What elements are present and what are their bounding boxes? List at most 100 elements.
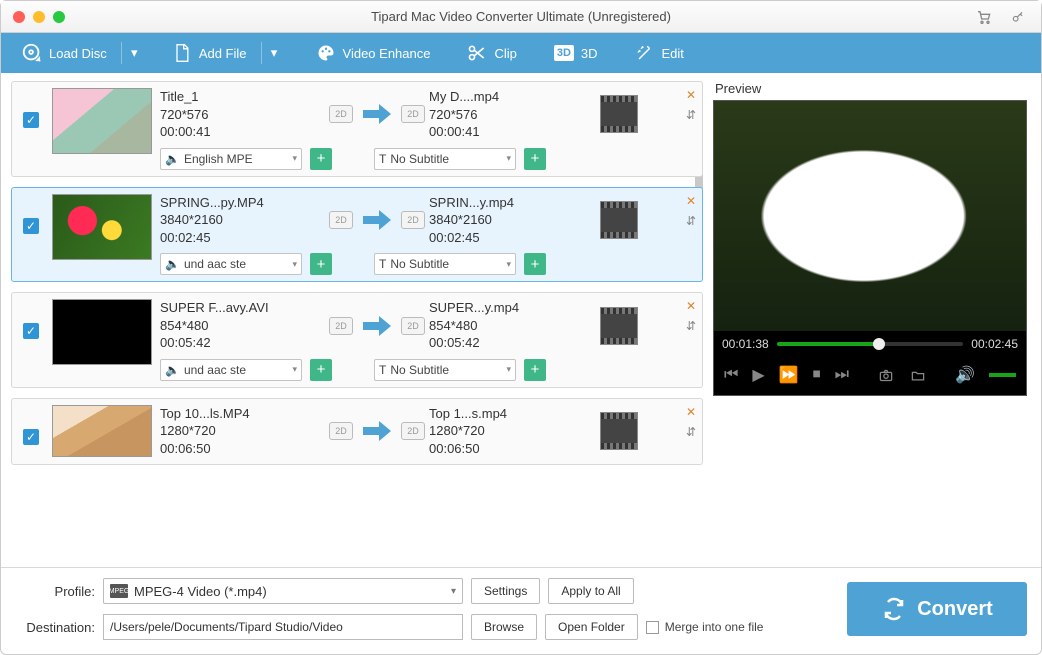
scissors-icon — [466, 42, 488, 64]
speaker-icon: 🔈 — [165, 152, 180, 166]
apply-to-all-button[interactable]: Apply to All — [548, 578, 633, 604]
source-2d-badge: 2D — [329, 211, 353, 229]
play-button[interactable]: ▶ — [752, 365, 764, 385]
preview-screen[interactable] — [714, 101, 1026, 331]
target-filename: SPRIN...y.mp4 — [429, 194, 594, 212]
disc-icon — [21, 42, 43, 64]
profile-value: MPEG-4 Video (*.mp4) — [134, 584, 267, 599]
convert-button[interactable]: Convert — [847, 582, 1027, 636]
snapshot-folder-button[interactable] — [909, 368, 927, 383]
convert-icon — [881, 597, 907, 621]
snapshot-button[interactable] — [877, 368, 895, 383]
add-audio-button[interactable]: + — [310, 148, 332, 170]
subtitle-icon: T — [379, 363, 386, 377]
file-list: ✓ Title_1 720*576 00:00:41 2D 2D — [11, 81, 703, 567]
target-resolution: 854*480 — [429, 317, 594, 335]
add-subtitle-button[interactable]: + — [524, 148, 546, 170]
mpeg-icon: MPEG — [110, 584, 128, 598]
load-disc-dropdown[interactable]: ▾ — [121, 42, 147, 64]
move-item-icon[interactable]: ⇵ — [686, 108, 696, 122]
target-filename: Top 1...s.mp4 — [429, 405, 594, 423]
subtitle-icon: T — [379, 257, 386, 271]
clip-label: Clip — [494, 46, 516, 61]
three-d-button[interactable]: 3D 3D — [545, 33, 606, 73]
source-resolution: 720*576 — [160, 106, 325, 124]
prev-button[interactable]: ⏮ — [724, 366, 738, 384]
row-checkbox[interactable]: ✓ — [23, 323, 39, 339]
three-d-label: 3D — [581, 46, 598, 61]
seek-slider[interactable] — [777, 342, 964, 346]
row-checkbox[interactable]: ✓ — [23, 218, 39, 234]
audio-track-select[interactable]: 🔈English MPE▾ — [160, 148, 302, 170]
output-format-icon[interactable] — [600, 95, 638, 133]
thumbnail[interactable] — [52, 194, 152, 260]
source-resolution: 3840*2160 — [160, 211, 325, 229]
output-format-icon[interactable] — [600, 412, 638, 450]
list-item[interactable]: ✓ Top 10...ls.MP4 1280*720 00:06:50 2D 2… — [11, 398, 703, 465]
subtitle-select[interactable]: TNo Subtitle▾ — [374, 359, 516, 381]
load-disc-label: Load Disc — [49, 46, 107, 61]
edit-label: Edit — [662, 46, 684, 61]
video-enhance-button[interactable]: Video Enhance — [307, 33, 439, 73]
next-button[interactable]: ⏭ — [835, 366, 849, 384]
merge-checkbox[interactable]: Merge into one file — [646, 620, 764, 634]
stop-button[interactable]: ⏹ — [813, 366, 821, 384]
open-folder-button[interactable]: Open Folder — [545, 614, 638, 640]
source-resolution: 854*480 — [160, 317, 325, 335]
audio-track-select[interactable]: 🔈und aac ste▾ — [160, 359, 302, 381]
target-filename: My D....mp4 — [429, 88, 594, 106]
add-file-icon — [171, 42, 193, 64]
output-format-icon[interactable] — [600, 307, 638, 345]
subtitle-select[interactable]: TNo Subtitle▾ — [374, 253, 516, 275]
add-audio-button[interactable]: + — [310, 253, 332, 275]
row-checkbox[interactable]: ✓ — [23, 112, 39, 128]
row-checkbox[interactable]: ✓ — [23, 429, 39, 445]
remove-item-icon[interactable]: ✕ — [686, 299, 696, 313]
volume-slider[interactable] — [989, 373, 1016, 377]
thumbnail[interactable] — [52, 299, 152, 365]
destination-label: Destination: — [15, 620, 95, 635]
source-resolution: 1280*720 — [160, 422, 325, 440]
source-duration: 00:00:41 — [160, 123, 325, 141]
source-filename: Top 10...ls.MP4 — [160, 405, 325, 423]
audio-track-select[interactable]: 🔈und aac ste▾ — [160, 253, 302, 275]
target-2d-badge: 2D — [401, 317, 425, 335]
load-disc-button[interactable]: Load Disc — [13, 33, 115, 73]
volume-icon[interactable]: 🔊 — [955, 365, 975, 385]
source-2d-badge: 2D — [329, 317, 353, 335]
destination-path[interactable]: /Users/pele/Documents/Tipard Studio/Vide… — [103, 614, 463, 640]
source-duration: 00:02:45 — [160, 229, 325, 247]
target-2d-badge: 2D — [401, 105, 425, 123]
target-duration: 00:05:42 — [429, 334, 594, 352]
bottom-panel: Profile: MPEG MPEG-4 Video (*.mp4) ▾ Set… — [1, 567, 1041, 654]
add-subtitle-button[interactable]: + — [524, 359, 546, 381]
list-item[interactable]: ✓ SUPER F...avy.AVI 854*480 00:05:42 2D … — [11, 292, 703, 388]
add-file-button[interactable]: Add File — [163, 33, 255, 73]
settings-button[interactable]: Settings — [471, 578, 540, 604]
list-item[interactable]: ✓ Title_1 720*576 00:00:41 2D 2D — [11, 81, 703, 177]
fast-forward-button[interactable]: ⏩ — [779, 365, 799, 385]
thumbnail[interactable] — [52, 88, 152, 154]
list-item[interactable]: ✓ SPRING...py.MP4 3840*2160 00:02:45 2D … — [11, 187, 703, 283]
move-item-icon[interactable]: ⇵ — [686, 319, 696, 333]
add-subtitle-button[interactable]: + — [524, 253, 546, 275]
profile-select[interactable]: MPEG MPEG-4 Video (*.mp4) ▾ — [103, 578, 463, 604]
remove-item-icon[interactable]: ✕ — [686, 194, 696, 208]
move-item-icon[interactable]: ⇵ — [686, 214, 696, 228]
palette-icon — [315, 42, 337, 64]
remove-item-icon[interactable]: ✕ — [686, 405, 696, 419]
output-format-icon[interactable] — [600, 201, 638, 239]
thumbnail[interactable] — [52, 405, 152, 457]
browse-button[interactable]: Browse — [471, 614, 537, 640]
titlebar: Tipard Mac Video Converter Ultimate (Unr… — [1, 1, 1041, 33]
edit-button[interactable]: Edit — [626, 33, 692, 73]
move-item-icon[interactable]: ⇵ — [686, 425, 696, 439]
clip-button[interactable]: Clip — [458, 33, 524, 73]
target-resolution: 1280*720 — [429, 422, 594, 440]
target-duration: 00:00:41 — [429, 123, 594, 141]
target-duration: 00:06:50 — [429, 440, 594, 458]
add-file-dropdown[interactable]: ▾ — [261, 42, 287, 64]
add-audio-button[interactable]: + — [310, 359, 332, 381]
remove-item-icon[interactable]: ✕ — [686, 88, 696, 102]
subtitle-select[interactable]: TNo Subtitle▾ — [374, 148, 516, 170]
